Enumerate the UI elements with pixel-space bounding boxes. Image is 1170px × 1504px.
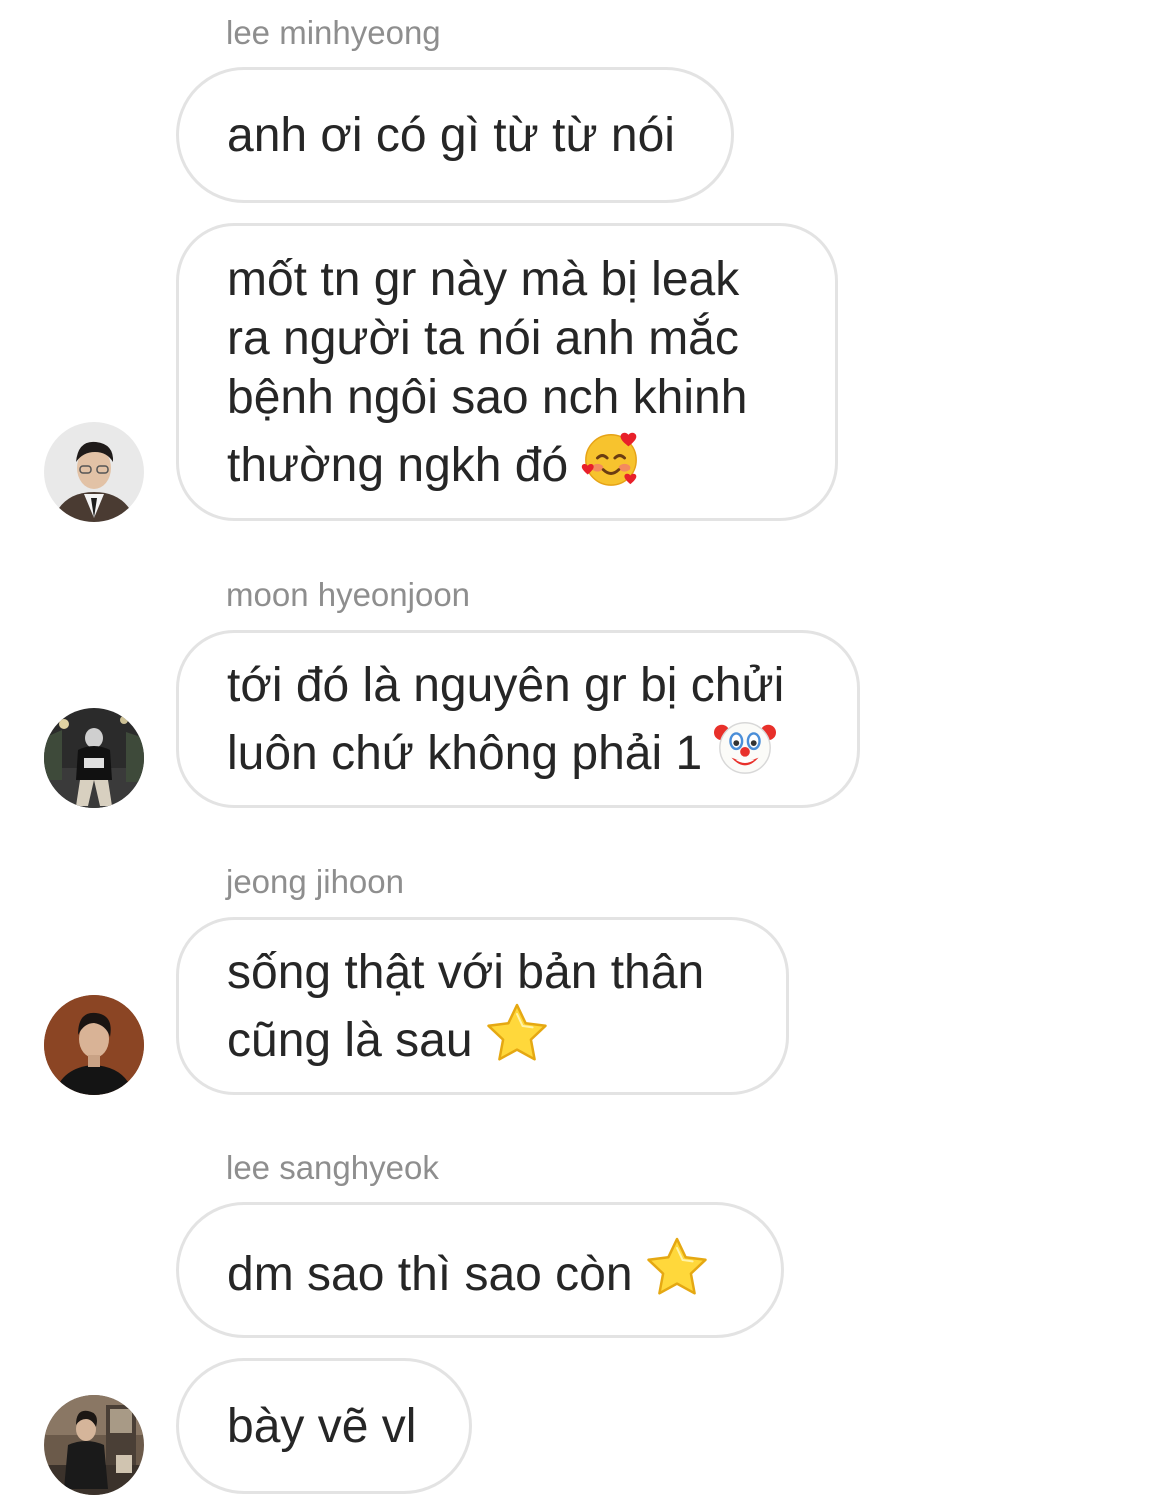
message-content: sống thật với bản thân cũng là sau <box>227 943 704 1070</box>
avatar[interactable] <box>44 995 144 1095</box>
message-text: dm sao thì sao còn <box>227 1248 633 1301</box>
message-content: tới đó là nguyên gr bị chửi luôn chứ khô… <box>227 656 784 783</box>
message-bubble[interactable]: sống thật với bản thân cũng là sau <box>176 917 789 1095</box>
star-icon <box>485 1002 549 1064</box>
message-bubble[interactable]: anh ơi có gì từ từ nói <box>176 67 734 203</box>
avatar[interactable] <box>44 422 144 522</box>
message-text: anh ơi có gì từ từ nói <box>227 108 675 162</box>
star-icon <box>645 1236 709 1298</box>
clown-face-icon <box>714 715 777 777</box>
avatar[interactable] <box>44 1395 144 1495</box>
sender-name: lee sanghyeok <box>226 1149 439 1186</box>
message-text: mốt tn gr này mà bị leak ra người ta nói… <box>227 252 748 492</box>
message-content: mốt tn gr này mà bị leak ra người ta nói… <box>227 250 747 495</box>
avatar[interactable] <box>44 708 144 808</box>
sender-name: jeong jihoon <box>226 863 404 900</box>
sender-name: lee minhyeong <box>226 14 441 51</box>
sender-name: moon hyeonjoon <box>226 576 471 613</box>
message-text: bày vẽ vl <box>227 1399 417 1453</box>
message-bubble[interactable]: mốt tn gr này mà bị leak ra người ta nói… <box>176 223 838 521</box>
message-bubble[interactable]: bày vẽ vl <box>176 1358 472 1494</box>
smiling-face-with-hearts-icon <box>580 427 642 489</box>
message-text: sống thật với bản thân cũng là sau <box>227 945 705 1067</box>
message-text: tới đó là nguyên gr bị chửi luôn chứ khô… <box>227 658 785 780</box>
message-bubble[interactable]: tới đó là nguyên gr bị chửi luôn chứ khô… <box>176 630 860 808</box>
message-content: dm sao thì sao còn <box>227 1236 709 1304</box>
message-bubble[interactable]: dm sao thì sao còn <box>176 1202 784 1338</box>
